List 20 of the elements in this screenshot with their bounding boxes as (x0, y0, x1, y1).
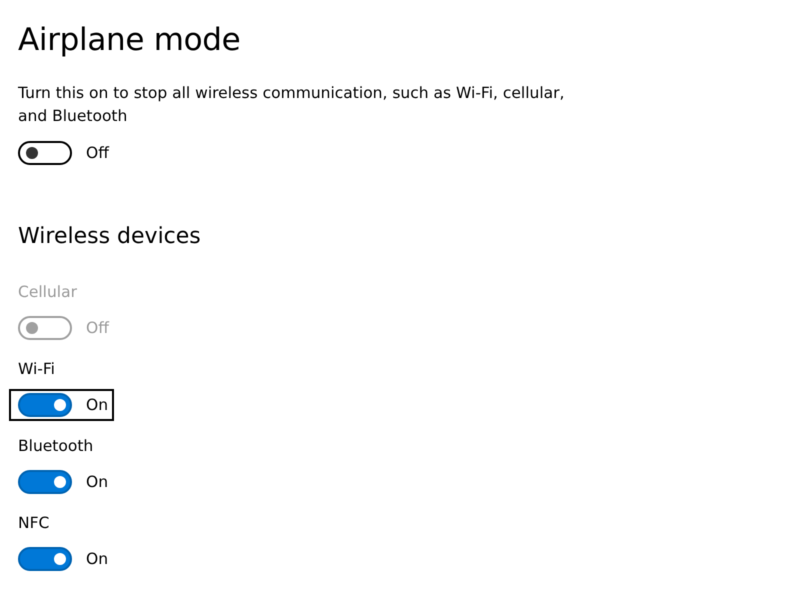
toggle-row[interactable]: On (9, 389, 114, 421)
toggle-state-label: Off (86, 144, 109, 162)
device-label: Bluetooth (18, 436, 94, 457)
toggle-switch[interactable] (18, 141, 72, 165)
toggle-state-label: On (86, 473, 108, 491)
section-heading: Wireless devices (18, 223, 202, 251)
toggle-state-label: On (86, 396, 108, 414)
page-title: Airplane mode (18, 21, 242, 60)
toggle-state-label: Off (86, 319, 109, 337)
device-label: Wi-Fi (18, 359, 56, 380)
device-label: Cellular (18, 282, 78, 303)
description-text: Turn this on to stop all wireless communication, such as Wi-Fi, cellular, and Bluetooth (18, 83, 566, 127)
toggle-switch[interactable] (18, 470, 72, 494)
toggle-row[interactable]: Off (9, 137, 115, 169)
toggle-row[interactable]: On (9, 466, 114, 498)
toggle-row[interactable]: On (9, 543, 114, 575)
toggle-switch[interactable] (18, 547, 72, 571)
device-label: NFC (18, 513, 50, 534)
toggle-switch[interactable] (18, 393, 72, 417)
toggle-state-label: On (86, 550, 108, 568)
